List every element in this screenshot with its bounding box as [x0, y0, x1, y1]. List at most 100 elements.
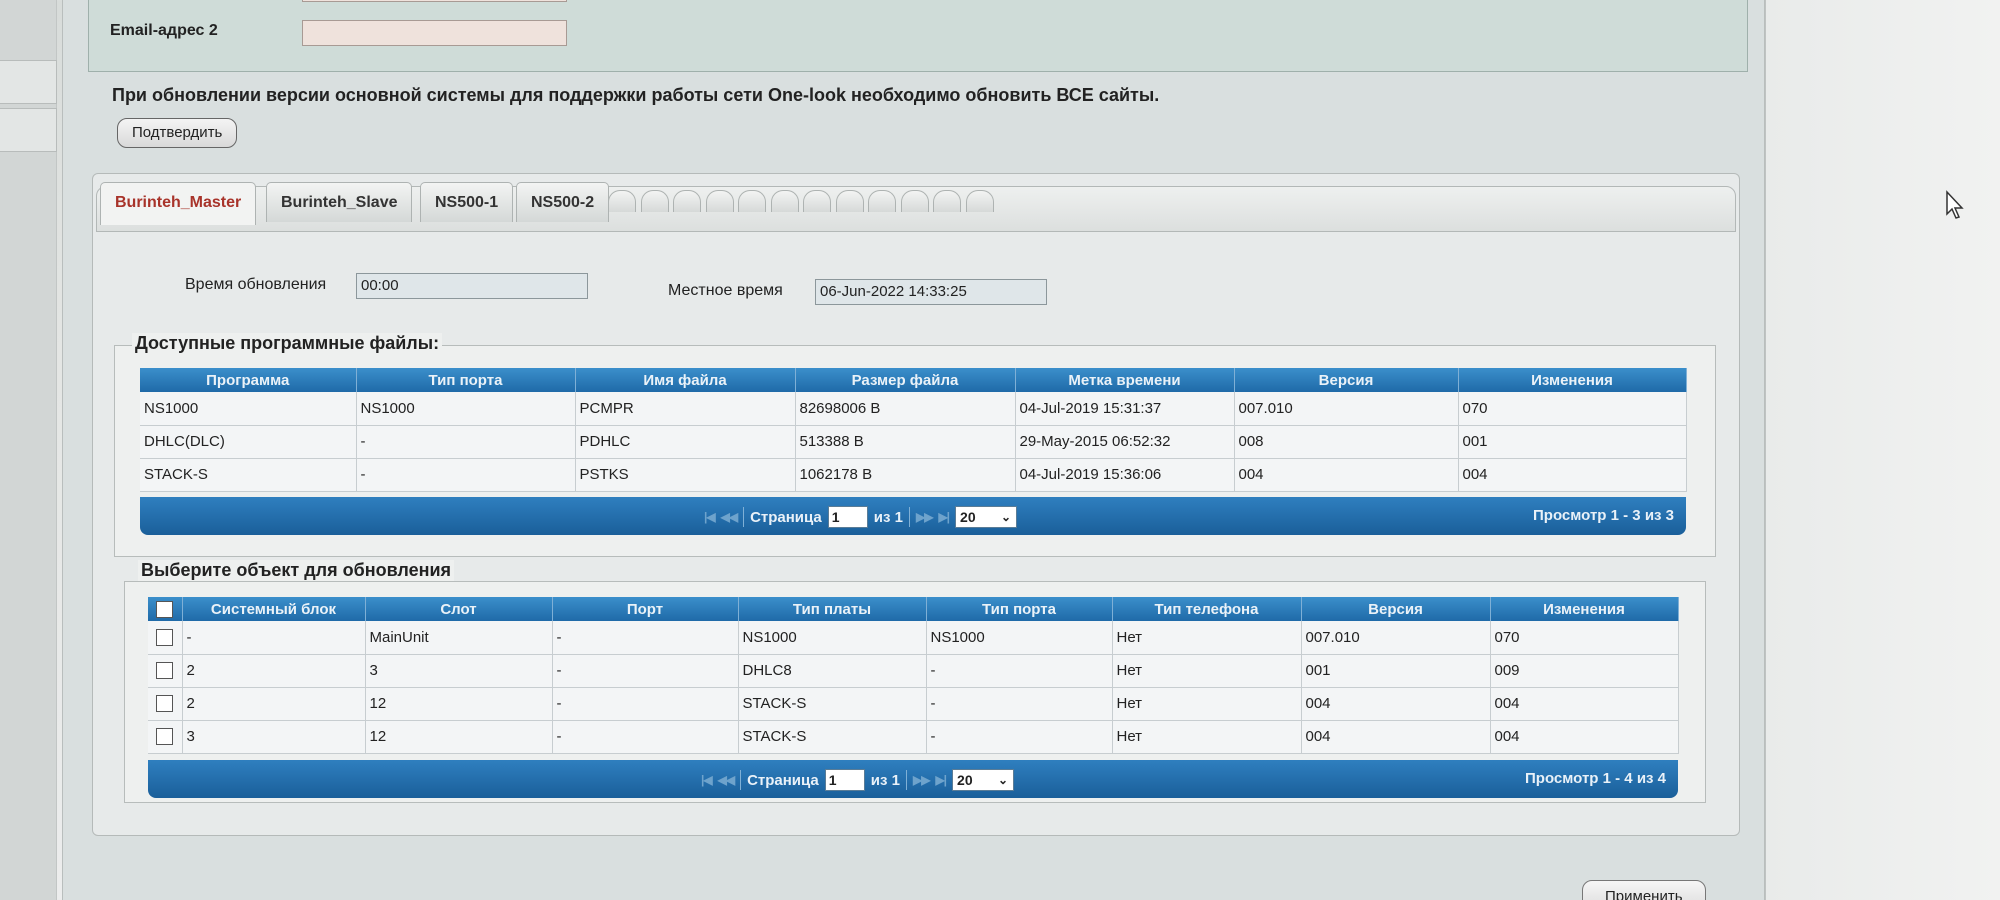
column-header[interactable]: Программа [140, 368, 357, 392]
prev-page-icon[interactable]: ◀◀ [718, 773, 735, 787]
files-pager: |◀ ◀◀ Страница 1 из 1 ▶▶ ▶| 20 ⌄ Просмотр… [140, 497, 1686, 535]
email-2-field[interactable] [302, 20, 567, 46]
table-cell: - [926, 654, 1113, 688]
page-count-label: из 1 [873, 508, 903, 526]
sidebar-button[interactable] [0, 108, 57, 152]
page-number-input[interactable]: 1 [824, 769, 865, 791]
tab-burinteh-master[interactable]: Burinteh_Master [100, 182, 257, 225]
table-cell: - [552, 687, 739, 721]
empty-tab-slot [803, 190, 831, 212]
table-cell: 1062178 B [795, 458, 1016, 492]
table-cell: - [356, 425, 576, 459]
next-page-icon[interactable]: ▶▶ [916, 510, 933, 524]
table-cell: Нет [1112, 720, 1302, 754]
empty-tab-slot [933, 190, 961, 212]
targets-pager: |◀ ◀◀ Страница 1 из 1 ▶▶ ▶| 20 ⌄ Просмотр… [148, 760, 1678, 798]
column-header[interactable]: Слот [365, 597, 553, 621]
table-cell: NS1000 [738, 621, 927, 655]
tab-ns500-1[interactable]: NS500-1 [420, 182, 514, 222]
table-cell: PCMPR [575, 392, 796, 426]
select-all-checkbox[interactable] [156, 600, 174, 618]
table-cell: 2 [182, 687, 366, 721]
table-cell: 12 [365, 687, 553, 721]
table-cell: 007.010 [1234, 392, 1459, 426]
local-time-label: Местное время [668, 282, 783, 299]
column-header[interactable]: Системный блок [182, 597, 366, 621]
last-page-icon[interactable]: ▶| [935, 773, 947, 787]
column-header[interactable]: Метка времени [1015, 368, 1235, 392]
confirm-button[interactable]: Подтвердить [117, 118, 238, 148]
row-select-cell [148, 654, 183, 688]
column-header[interactable]: Тип порта [926, 597, 1113, 621]
pager-separator [908, 507, 910, 527]
empty-tab-slot [770, 190, 799, 212]
empty-tab-slot [868, 190, 896, 212]
column-header[interactable]: Версия [1301, 597, 1491, 621]
rows-per-page-select[interactable]: 20 ⌄ [955, 506, 1018, 528]
first-page-icon[interactable]: |◀ [704, 510, 716, 524]
update-target-table: Системный блок Слот Порт Тип платы Тип порта… [148, 597, 1679, 754]
right-margin [1765, 0, 2000, 900]
table-cell: - [356, 458, 576, 492]
table-cell: 82698006 B [795, 392, 1016, 426]
column-header[interactable]: Тип платы [738, 597, 927, 621]
tab-ns500-2[interactable]: NS500-2 [516, 182, 610, 222]
column-header[interactable]: Порт [552, 597, 739, 621]
table-cell: NS1000 [356, 392, 576, 426]
table-cell: 070 [1458, 392, 1687, 426]
table-row: NS1000 NS1000 PCMPR 82698006 B 04-Jul-2019 1… [140, 392, 1687, 426]
table-cell: - [926, 720, 1113, 754]
row-checkbox[interactable] [156, 695, 174, 713]
available-files-table: Программа Тип порта Имя файла Размер файла М… [140, 368, 1687, 492]
row-checkbox[interactable] [156, 662, 174, 680]
column-header[interactable]: Имя файла [575, 368, 796, 392]
empty-tab-slot [640, 190, 669, 212]
local-time-field: 06-Jun-2022 14:33:25 [815, 279, 1047, 305]
table-cell: Нет [1112, 621, 1302, 655]
column-header[interactable]: Изменения [1490, 597, 1679, 621]
column-header[interactable]: Тип порта [356, 368, 576, 392]
table-row[interactable]: 2 3- DHLC8- Нет 001 009 [148, 654, 1679, 688]
update-time-input[interactable]: 00:00 [356, 273, 588, 299]
chevron-down-icon: ⌄ [997, 773, 1009, 787]
table-row[interactable]: 2 12- STACK-S - Нет 004 004 [148, 687, 1679, 721]
page-number-input[interactable]: 1 [827, 506, 868, 528]
rows-per-page-select[interactable]: 20 ⌄ [952, 769, 1015, 791]
empty-tab-slot [673, 190, 701, 212]
table-row[interactable]: 3 12- STACK-S - Нет 004 004 [148, 720, 1679, 754]
table-cell: 009 [1490, 654, 1679, 688]
table-row: DHLC(DLC) - PDHLC 513388 B 29-May-2015 06:52… [140, 425, 1687, 459]
column-header[interactable]: Тип телефона [1112, 597, 1302, 621]
table-cell: 004 [1301, 720, 1491, 754]
rows-per-page-value: 20 [957, 772, 973, 788]
table-cell: Нет [1112, 687, 1302, 721]
last-page-icon[interactable]: ▶| [938, 510, 950, 524]
email-2-label: Email-адрес 2 [110, 22, 218, 39]
table-cell: PSTKS [575, 458, 796, 492]
table-cell: PDHLC [575, 425, 796, 459]
table-cell: - [182, 621, 366, 655]
row-checkbox[interactable] [156, 728, 174, 746]
tab-burinteh-slave[interactable]: Burinteh_Slave [266, 182, 413, 222]
table-row[interactable]: - MainUnit - NS1000 NS1000 Нет 007.010 070 [148, 621, 1679, 655]
prev-page-icon[interactable]: ◀◀ [721, 510, 738, 524]
next-page-icon[interactable]: ▶▶ [913, 773, 930, 787]
sidebar-button[interactable] [0, 60, 57, 104]
column-header[interactable]: Версия [1234, 368, 1459, 392]
table-cell: 008 [1234, 425, 1459, 459]
column-header[interactable]: Размер файла [795, 368, 1016, 392]
table-cell: 004 [1301, 687, 1491, 721]
table-cell: 12 [365, 720, 553, 754]
table-cell: - [552, 720, 739, 754]
column-header[interactable]: Изменения [1458, 368, 1687, 392]
table-cell: 3 [365, 654, 553, 688]
table-cell: STACK-S [140, 458, 357, 492]
first-page-icon[interactable]: |◀ [701, 773, 713, 787]
update-target-legend: Выберите объект для обновления [138, 560, 455, 581]
email-field-previous[interactable] [302, 0, 567, 2]
table-cell: 04-Jul-2019 15:31:37 [1015, 392, 1235, 426]
rows-per-page-value: 20 [960, 509, 976, 525]
apply-button[interactable]: Применить [1582, 880, 1706, 900]
table-cell: 004 [1490, 687, 1679, 721]
row-checkbox[interactable] [156, 629, 174, 647]
